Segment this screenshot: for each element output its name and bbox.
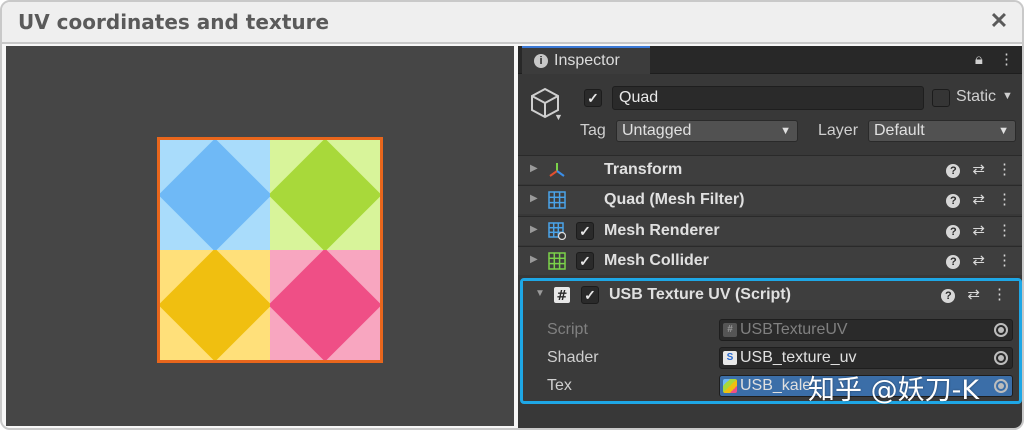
expand-arrow-icon[interactable]: ▶ <box>530 193 538 204</box>
component-transform[interactable]: ▶ Transform ? ⇄ ⋮ <box>518 155 1022 184</box>
mesh-collider-icon <box>548 252 566 270</box>
help-icon[interactable]: ? <box>946 255 961 269</box>
component-mesh-renderer[interactable]: ▶ ✓ Mesh Renderer ? ⇄ ⋮ <box>518 216 1022 245</box>
static-checkbox[interactable] <box>932 89 950 107</box>
presets-icon[interactable]: ⇄ <box>972 160 985 178</box>
property-label: Shader <box>547 349 599 366</box>
mesh-collider-enabled-checkbox[interactable]: ✓ <box>576 252 594 270</box>
component-usb-texture-uv[interactable]: ▼ # ✓ USB Texture UV (Script) ? ⇄ ⋮ <box>523 281 1019 310</box>
component-mesh-collider[interactable]: ▶ ✓ Mesh Collider ? ⇄ ⋮ <box>518 246 1022 275</box>
presets-icon[interactable]: ⇄ <box>972 221 985 239</box>
script-icon: # <box>554 287 570 304</box>
property-label: Script <box>547 321 588 338</box>
uv-tile-pink <box>270 250 380 360</box>
shader-object-field[interactable]: S USB_texture_uv <box>719 347 1013 369</box>
mesh-renderer-enabled-checkbox[interactable]: ✓ <box>576 222 594 240</box>
object-picker-icon <box>994 323 1008 337</box>
inspector-tabbar: i Inspector 🔒︎ ⋮ <box>518 46 1022 74</box>
layer-label: Layer <box>818 122 859 139</box>
uv-tile-yellow <box>160 250 270 360</box>
expand-arrow-icon[interactable]: ▶ <box>530 254 538 265</box>
tab-inspector-label: Inspector <box>554 52 620 69</box>
component-tools: ? ⇄ ⋮ <box>934 190 1012 208</box>
presets-icon[interactable]: ⇄ <box>972 190 985 208</box>
layer-dropdown-value: Default <box>874 122 925 139</box>
tag-dropdown[interactable]: Untagged ▼ <box>616 120 798 142</box>
help-icon[interactable]: ? <box>946 164 961 178</box>
window-titlebar: UV coordinates and texture ✕ <box>2 2 1022 44</box>
field-value: USBTextureUV <box>740 321 848 338</box>
chevron-down-icon: ▼ <box>998 125 1009 137</box>
component-mesh-filter[interactable]: ▶ Quad (Mesh Filter) ? ⇄ ⋮ <box>518 185 1022 214</box>
static-dropdown-arrow-icon[interactable]: ▼ <box>1002 90 1013 102</box>
presets-icon[interactable]: ⇄ <box>967 285 980 303</box>
expand-arrow-icon[interactable]: ▶ <box>530 224 538 235</box>
help-icon[interactable]: ? <box>946 225 961 239</box>
component-tools: ? ⇄ ⋮ <box>934 160 1012 178</box>
static-label[interactable]: Static <box>956 88 996 106</box>
diamond-shape <box>160 140 270 250</box>
kebab-menu-icon[interactable]: ⋮ <box>997 190 1012 208</box>
component-name: Transform <box>604 161 683 178</box>
object-picker-icon[interactable] <box>994 379 1008 393</box>
info-icon: i <box>534 53 548 68</box>
transform-icon <box>549 163 565 177</box>
kebab-menu-icon[interactable]: ⋮ <box>997 221 1012 239</box>
close-icon[interactable]: ✕ <box>986 8 1012 34</box>
component-name: Quad (Mesh Filter) <box>604 191 745 208</box>
chevron-down-icon[interactable]: ▼ <box>554 112 563 122</box>
kebab-menu-icon[interactable]: ⋮ <box>997 160 1012 178</box>
field-value: USB_kale <box>740 377 812 394</box>
kebab-menu-icon[interactable]: ⋮ <box>999 51 1014 68</box>
chevron-down-icon: ▼ <box>780 125 791 137</box>
presets-icon[interactable]: ⇄ <box>972 251 985 269</box>
component-tools: ? ⇄ ⋮ <box>929 285 1007 303</box>
diamond-shape <box>270 250 380 360</box>
object-picker-icon[interactable] <box>994 351 1008 365</box>
script-enabled-checkbox[interactable]: ✓ <box>581 286 599 304</box>
kebab-menu-icon[interactable]: ⋮ <box>992 285 1007 303</box>
scene-view[interactable] <box>6 46 514 426</box>
window-title: UV coordinates and texture <box>18 10 330 34</box>
diamond-shape <box>160 250 270 360</box>
field-value: USB_texture_uv <box>740 349 857 366</box>
svg-text:#: # <box>557 289 568 304</box>
component-tools: ? ⇄ ⋮ <box>934 251 1012 269</box>
tab-tools: 🔒︎ ⋮ <box>963 50 1014 68</box>
collapse-arrow-icon[interactable]: ▼ <box>535 288 545 299</box>
tag-dropdown-value: Untagged <box>622 122 692 139</box>
diamond-shape <box>270 140 380 250</box>
property-label: Tex <box>547 377 572 394</box>
popup-window: UV coordinates and texture ✕ i Inspector … <box>0 0 1024 430</box>
component-tools: ? ⇄ ⋮ <box>934 221 1012 239</box>
active-checkbox[interactable]: ✓ <box>584 89 602 107</box>
kebab-menu-icon[interactable]: ⋮ <box>997 251 1012 269</box>
script-file-icon: # <box>723 323 737 337</box>
layer-dropdown[interactable]: Default ▼ <box>868 120 1016 142</box>
mesh-renderer-icon <box>548 222 566 240</box>
uv-tile-green <box>270 140 380 250</box>
script-object-field: # USBTextureUV <box>719 319 1013 341</box>
lock-icon[interactable]: 🔒︎ <box>975 51 983 68</box>
uv-tile-blue <box>160 140 270 250</box>
mesh-filter-icon <box>548 191 566 209</box>
expand-arrow-icon[interactable]: ▶ <box>530 163 538 174</box>
quad-mesh[interactable] <box>157 137 383 363</box>
help-icon[interactable]: ? <box>946 194 961 208</box>
watermark: 知乎 @妖刀-K <box>808 375 980 406</box>
texture-thumbnail-icon <box>723 379 737 393</box>
help-icon[interactable]: ? <box>941 289 956 303</box>
tag-label: Tag <box>580 122 606 139</box>
gameobject-name-input[interactable]: Quad <box>612 86 924 110</box>
component-name: Mesh Collider <box>604 252 709 269</box>
property-script: Script # USBTextureUV <box>523 317 1019 345</box>
component-name: Mesh Renderer <box>604 222 720 239</box>
shader-file-icon: S <box>723 351 737 365</box>
component-name: USB Texture UV (Script) <box>609 286 791 303</box>
tab-inspector[interactable]: i Inspector <box>522 46 650 74</box>
